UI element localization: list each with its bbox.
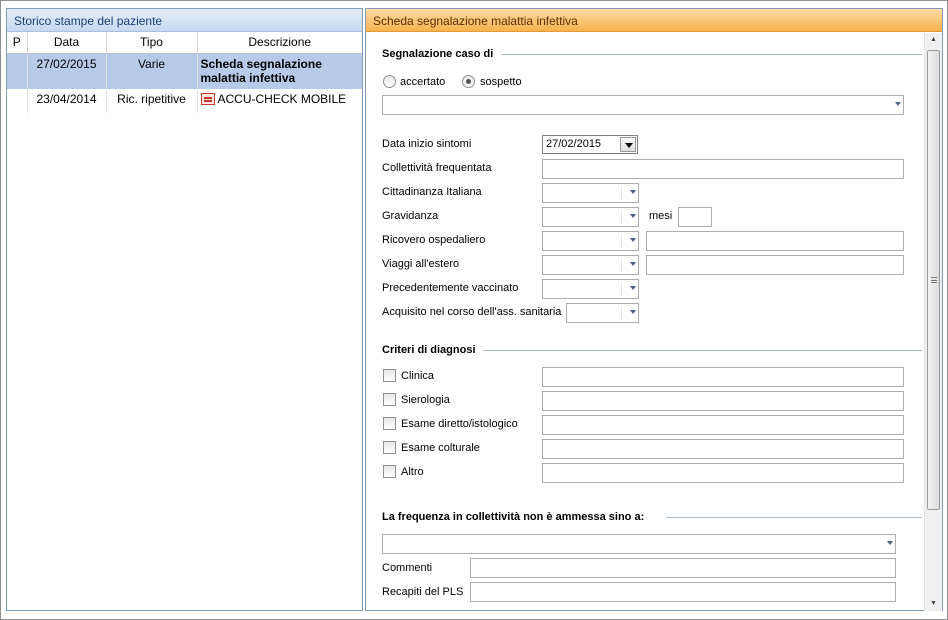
section-divider <box>666 517 922 518</box>
altro-input[interactable] <box>542 463 904 483</box>
column-header-p[interactable]: P <box>7 32 28 54</box>
radio-sospetto-label: sospetto <box>480 76 522 88</box>
print-history-title: Storico stampe del paziente <box>7 9 362 32</box>
row-date-cell: 23/04/2014 <box>27 89 107 113</box>
radio-accertato[interactable] <box>383 75 396 88</box>
chevron-down-icon <box>630 262 636 266</box>
collettivita-input[interactable] <box>542 159 904 179</box>
label-collettivita: Collettività frequentata <box>382 162 492 174</box>
column-header-descrizione[interactable]: Descrizione <box>197 32 362 54</box>
checkbox-clinica[interactable] <box>383 369 396 382</box>
calendar-dropdown-icon[interactable] <box>620 137 636 152</box>
combo-separator <box>621 306 622 320</box>
ricovero-select[interactable] <box>542 231 639 251</box>
vertical-scrollbar[interactable]: ▲ ▼ <box>924 33 942 611</box>
section-divider <box>483 350 922 351</box>
frequenza-select[interactable] <box>382 534 896 554</box>
chevron-down-icon <box>630 214 636 218</box>
sierologia-input[interactable] <box>542 391 904 411</box>
label-altro: Altro <box>401 466 424 478</box>
pdf-icon <box>200 93 215 105</box>
section-title-criteri: Criteri di diagnosi <box>382 344 476 356</box>
commenti-input[interactable] <box>470 558 896 578</box>
combo-separator <box>621 282 622 296</box>
grip-icon <box>931 277 937 283</box>
row-p-cell <box>7 53 28 89</box>
label-sierologia: Sierologia <box>401 394 450 406</box>
chevron-down-icon <box>887 541 893 545</box>
row-p-cell <box>7 89 28 113</box>
label-vaccinato: Precedentemente vaccinato <box>382 282 519 294</box>
row-date-cell: 27/02/2015 <box>27 53 107 89</box>
combo-separator <box>621 186 622 200</box>
gravidanza-select[interactable] <box>542 207 639 227</box>
section-title-segnalazione: Segnalazione caso di <box>382 48 494 60</box>
viaggi-details-input[interactable] <box>646 255 904 275</box>
column-header-tipo[interactable]: Tipo <box>106 32 198 54</box>
checkbox-esame-diretto[interactable] <box>383 417 396 430</box>
scroll-up-arrow-icon[interactable]: ▲ <box>930 36 937 43</box>
form-area: Segnalazione caso di accertato sospetto … <box>366 33 924 611</box>
label-esame-colturale: Esame colturale <box>401 442 480 454</box>
notification-form-title: Scheda segnalazione malattia infettiva <box>366 9 942 32</box>
chevron-down-icon <box>630 190 636 194</box>
radio-sospetto[interactable] <box>462 75 475 88</box>
label-esame-diretto: Esame diretto/istologico <box>401 418 518 430</box>
label-commenti: Commenti <box>382 562 433 574</box>
date-inizio-sintomi-picker[interactable]: 27/02/2015 <box>542 135 638 154</box>
clinica-input[interactable] <box>542 367 904 387</box>
chevron-down-icon <box>630 310 636 314</box>
label-mesi: mesi <box>649 210 673 222</box>
table-row[interactable]: 27/02/2015 Varie Scheda segnalazione mal… <box>7 53 362 89</box>
row-description-wrapper: ACCU-CHECK MOBILE <box>197 89 362 113</box>
mesi-input[interactable] <box>678 207 712 227</box>
date-inizio-sintomi-value: 27/02/2015 <box>546 138 602 150</box>
column-header-data[interactable]: Data <box>27 32 107 54</box>
label-gravidanza: Gravidanza <box>382 210 439 222</box>
table-header-row: P Data Tipo Descrizione <box>7 32 362 54</box>
label-recapiti: Recapiti del PLS <box>382 586 464 598</box>
section-title-frequenza: La frequenza in collettività non è ammes… <box>382 511 645 523</box>
checkbox-esame-colturale[interactable] <box>383 441 396 454</box>
chevron-down-icon <box>895 102 901 106</box>
chevron-down-icon <box>630 238 636 242</box>
print-history-panel: Storico stampe del paziente P Data Tipo … <box>6 8 363 611</box>
combo-separator <box>621 258 622 272</box>
esame-diretto-input[interactable] <box>542 415 904 435</box>
viaggi-select[interactable] <box>542 255 639 275</box>
section-divider <box>502 54 922 55</box>
app-window: Storico stampe del paziente P Data Tipo … <box>0 0 948 620</box>
acquisito-select[interactable] <box>566 303 639 323</box>
cittadinanza-select[interactable] <box>542 183 639 203</box>
esame-colturale-input[interactable] <box>542 439 904 459</box>
row-description-cell: ACCU-CHECK MOBILE <box>217 92 347 106</box>
label-ricovero: Ricovero ospedaliero <box>382 234 486 246</box>
row-type-cell: Ric. ripetitive <box>106 89 198 113</box>
scroll-down-arrow-icon[interactable]: ▼ <box>930 600 937 607</box>
label-cittadinanza: Cittadinanza Italiana <box>382 186 482 198</box>
radio-accertato-label: accertato <box>400 76 446 88</box>
vaccinato-select[interactable] <box>542 279 639 299</box>
chevron-down-icon <box>630 286 636 290</box>
label-data-inizio-sintomi: Data inizio sintomi <box>382 138 472 150</box>
ricovero-details-input[interactable] <box>646 231 904 251</box>
disease-select[interactable] <box>382 95 904 115</box>
label-viaggi: Viaggi all'estero <box>382 258 460 270</box>
row-description-cell: Scheda segnalazione malattia infettiva <box>197 53 362 89</box>
checkbox-sierologia[interactable] <box>383 393 396 406</box>
scrollbar-thumb[interactable] <box>927 50 940 510</box>
recapiti-input[interactable] <box>470 582 896 602</box>
checkbox-altro[interactable] <box>383 465 396 478</box>
print-history-table: P Data Tipo Descrizione 27/02/2015 Varie… <box>7 32 362 113</box>
label-clinica: Clinica <box>401 370 435 382</box>
notification-form-panel: Scheda segnalazione malattia infettiva S… <box>365 8 943 611</box>
table-row[interactable]: 23/04/2014 Ric. ripetitive ACCU-CHECK MO… <box>7 89 362 113</box>
row-type-cell: Varie <box>106 53 198 89</box>
label-acquisito: Acquisito nel corso dell'ass. sanitaria <box>382 306 562 318</box>
combo-separator <box>621 234 622 248</box>
combo-separator <box>621 210 622 224</box>
